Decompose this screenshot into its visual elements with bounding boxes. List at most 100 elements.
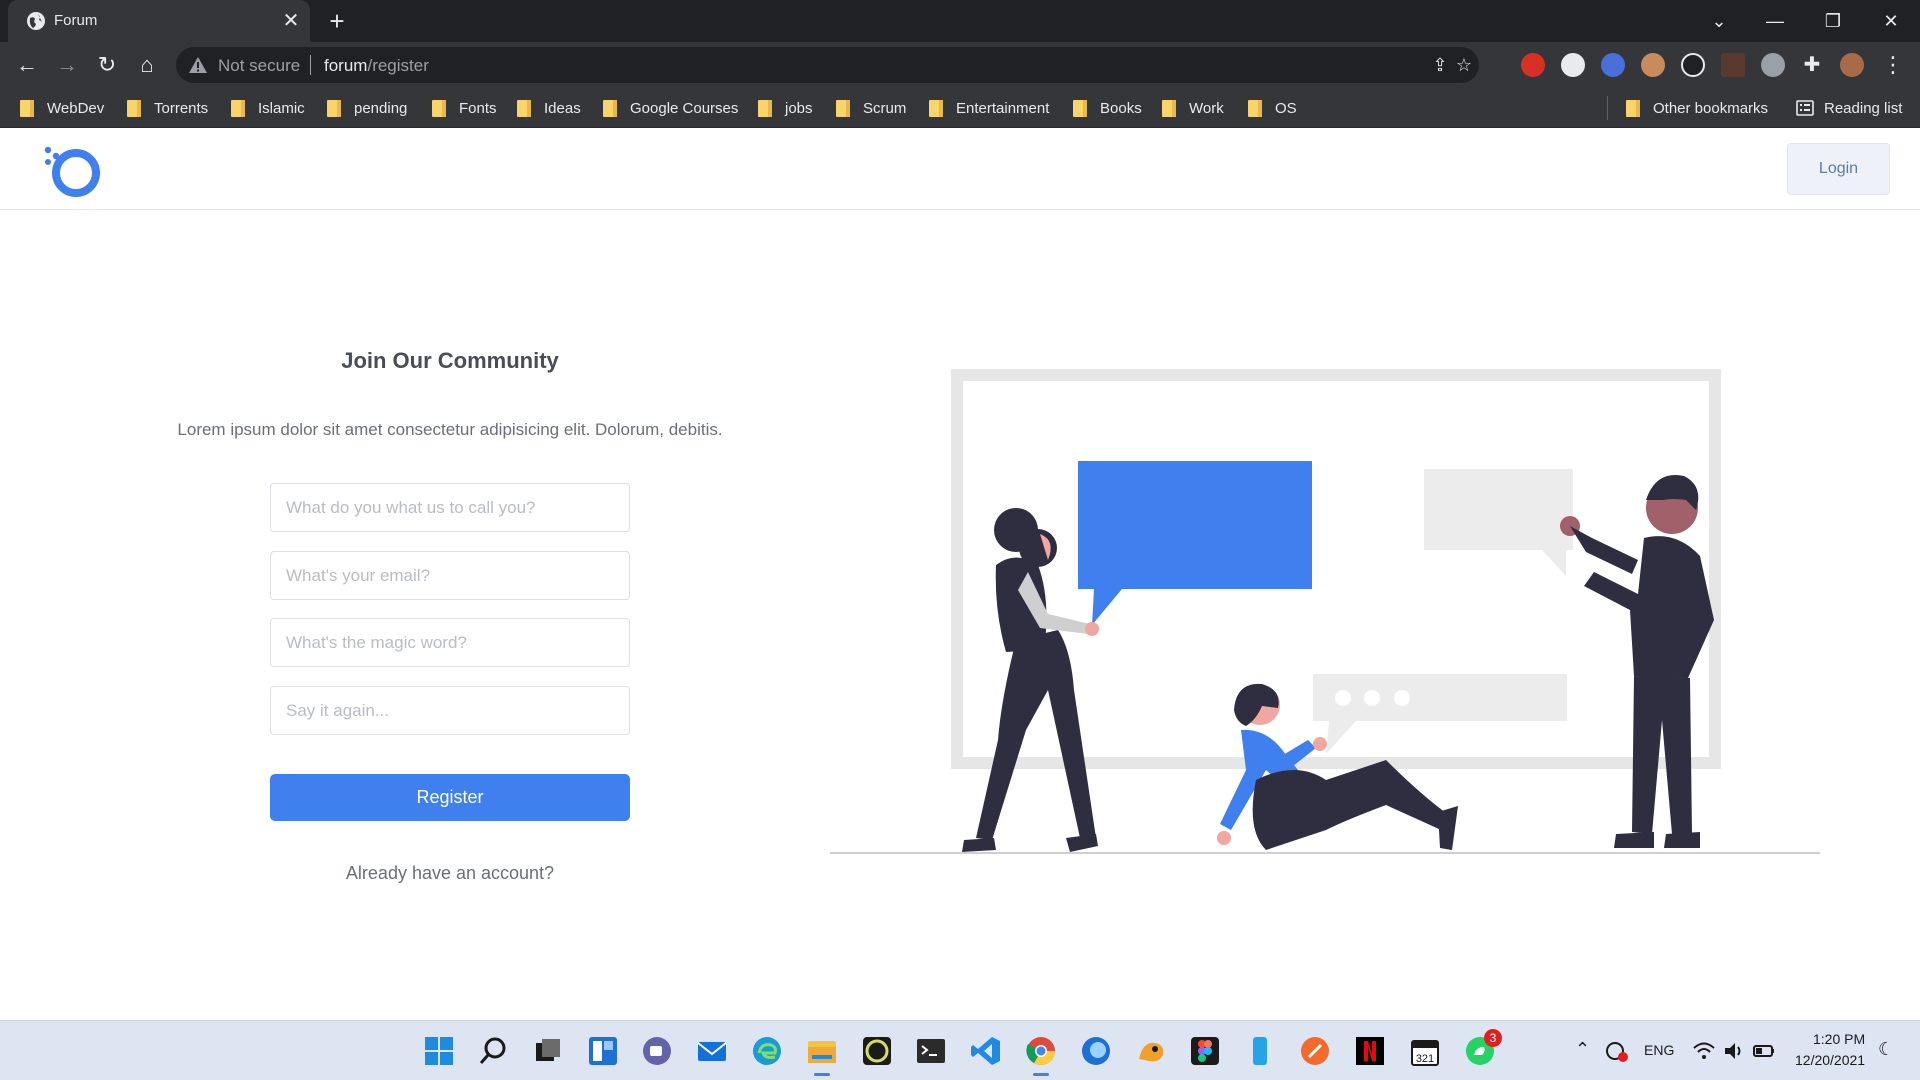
calendar-app-icon[interactable]: 321	[1409, 1035, 1441, 1067]
security-label[interactable]: Not secure	[218, 56, 300, 76]
notifications-moon-icon[interactable]: ☾	[1878, 1039, 1894, 1060]
other-bookmarks[interactable]: Other bookmarks	[1626, 97, 1768, 119]
home-icon[interactable]: ⌂	[132, 50, 162, 80]
volume-icon[interactable]	[1722, 1039, 1746, 1063]
extension-h-icon[interactable]	[1561, 53, 1585, 77]
figma-icon[interactable]	[1189, 1035, 1221, 1067]
app-orange-circle-icon[interactable]	[1299, 1035, 1331, 1067]
reading-list-icon	[1796, 100, 1814, 116]
edge-browser-icon[interactable]	[751, 1035, 783, 1067]
folder-icon	[231, 99, 245, 117]
whatsapp-icon[interactable]: 3	[1464, 1029, 1502, 1067]
tab-title: Forum	[54, 12, 98, 29]
email-field[interactable]	[270, 551, 630, 600]
login-link[interactable]: Already have an account?	[120, 863, 780, 884]
network-error-icon[interactable]	[1605, 1039, 1629, 1063]
form-subtitle: Lorem ipsum dolor sit amet consectetur a…	[177, 420, 723, 439]
clock-date[interactable]: 12/20/2021	[1795, 1052, 1865, 1068]
bookmark-folder[interactable]: Google Courses	[603, 97, 738, 119]
grey-speech-bubble	[1424, 469, 1573, 576]
chrome-icon[interactable]	[1025, 1035, 1057, 1076]
widgets-icon[interactable]	[587, 1035, 619, 1067]
back-icon[interactable]: ←	[12, 50, 42, 80]
tab-search-icon[interactable]: ⌄	[1704, 6, 1734, 36]
bookmark-folder[interactable]: Entertainment	[929, 97, 1049, 119]
extension-swirl-icon[interactable]	[1761, 53, 1785, 77]
language-indicator[interactable]: ENG	[1644, 1042, 1674, 1058]
folder-icon	[432, 99, 446, 117]
site-logo-icon[interactable]	[42, 142, 104, 200]
login-button[interactable]: Login	[1787, 143, 1890, 195]
adblock-extension-icon[interactable]	[1521, 53, 1545, 77]
bookmark-folder[interactable]: pending	[327, 97, 407, 119]
firefox-icon[interactable]	[1080, 1035, 1112, 1067]
windows-start-icon[interactable]	[423, 1035, 455, 1067]
vscode-icon[interactable]	[970, 1035, 1002, 1067]
name-field[interactable]	[270, 483, 630, 532]
typing-bubble	[1313, 674, 1567, 754]
netflix-icon[interactable]	[1354, 1035, 1386, 1067]
mail-icon[interactable]	[696, 1035, 728, 1067]
restore-icon[interactable]: ❐	[1818, 6, 1848, 36]
file-explorer-icon[interactable]	[806, 1035, 838, 1076]
url-path: /register	[367, 56, 429, 75]
browser-tab-strip: Forum ✕ + ⌄ — ❐ ✕	[0, 0, 1920, 42]
app-blue-icon[interactable]	[1244, 1035, 1276, 1067]
bookmark-folder[interactable]: Scrum	[836, 97, 906, 119]
bookmark-folder[interactable]: jobs	[758, 97, 813, 119]
folder-icon	[1626, 99, 1640, 117]
url-text[interactable]: forum/register	[324, 56, 429, 76]
bookmark-folder[interactable]: Fonts	[432, 97, 497, 119]
folder-icon	[127, 99, 141, 117]
reload-icon[interactable]: ↻	[92, 50, 122, 80]
folder-icon	[836, 99, 850, 117]
folder-icon	[1248, 99, 1262, 117]
extension-block-icon[interactable]	[1601, 53, 1625, 77]
whatsapp-unread-badge: 3	[1484, 1029, 1502, 1047]
address-divider	[310, 55, 311, 75]
battery-icon[interactable]	[1752, 1039, 1776, 1063]
bookmark-folder[interactable]: Islamic	[231, 97, 305, 119]
chevron-up-icon[interactable]: ⌃	[1575, 1039, 1590, 1060]
share-icon[interactable]: ⇪	[1429, 54, 1451, 76]
search-icon[interactable]	[477, 1035, 509, 1067]
bookmark-star-icon[interactable]: ☆	[1453, 54, 1475, 76]
bookmark-folder[interactable]: OS	[1248, 97, 1297, 119]
app-orange-icon[interactable]	[1135, 1035, 1167, 1067]
profile-avatar[interactable]	[1840, 53, 1864, 77]
bookmark-folder[interactable]: Ideas	[517, 97, 581, 119]
extension-search-icon[interactable]	[1681, 53, 1705, 77]
app-green-icon[interactable]	[861, 1035, 893, 1067]
menu-kebab-icon[interactable]: ⋮	[1878, 50, 1908, 80]
extensions-puzzle-icon[interactable]: ✚	[1797, 50, 1827, 80]
task-view-icon[interactable]	[532, 1035, 564, 1067]
bookmark-folder[interactable]: Books	[1073, 97, 1142, 119]
password-field[interactable]	[270, 618, 630, 667]
community-illustration	[830, 369, 1820, 854]
reading-list[interactable]: Reading list	[1796, 97, 1902, 119]
new-tab-button[interactable]: +	[324, 8, 350, 34]
man-figure	[1560, 475, 1714, 848]
bookmark-folder[interactable]: WebDev	[20, 97, 104, 119]
forward-icon[interactable]: →	[52, 50, 82, 80]
site-header: Login	[0, 128, 1920, 210]
browser-tab[interactable]: Forum ✕	[8, 0, 310, 42]
warning-icon	[189, 57, 207, 73]
clock-time[interactable]: 1:20 PM	[1813, 1031, 1865, 1047]
close-window-icon[interactable]: ✕	[1876, 6, 1906, 36]
address-bar[interactable]: Not secure forum/register ⇪ ☆	[176, 47, 1479, 83]
close-tab-icon[interactable]: ✕	[280, 10, 302, 32]
extension-box-icon[interactable]	[1721, 53, 1745, 77]
extension-face-icon[interactable]	[1641, 53, 1665, 77]
form-title: Join Our Community	[341, 348, 559, 373]
terminal-icon[interactable]	[915, 1035, 947, 1067]
bookmark-folder[interactable]: Torrents	[127, 97, 208, 119]
folder-icon	[20, 99, 34, 117]
minimize-icon[interactable]: —	[1760, 6, 1790, 36]
teams-chat-icon[interactable]	[641, 1035, 673, 1067]
bookmark-folder[interactable]: Work	[1162, 97, 1224, 119]
register-button[interactable]: Register	[270, 774, 630, 821]
svg-text:321: 321	[1416, 1053, 1434, 1065]
confirm-password-field[interactable]	[270, 686, 630, 735]
wifi-icon[interactable]	[1692, 1039, 1716, 1063]
